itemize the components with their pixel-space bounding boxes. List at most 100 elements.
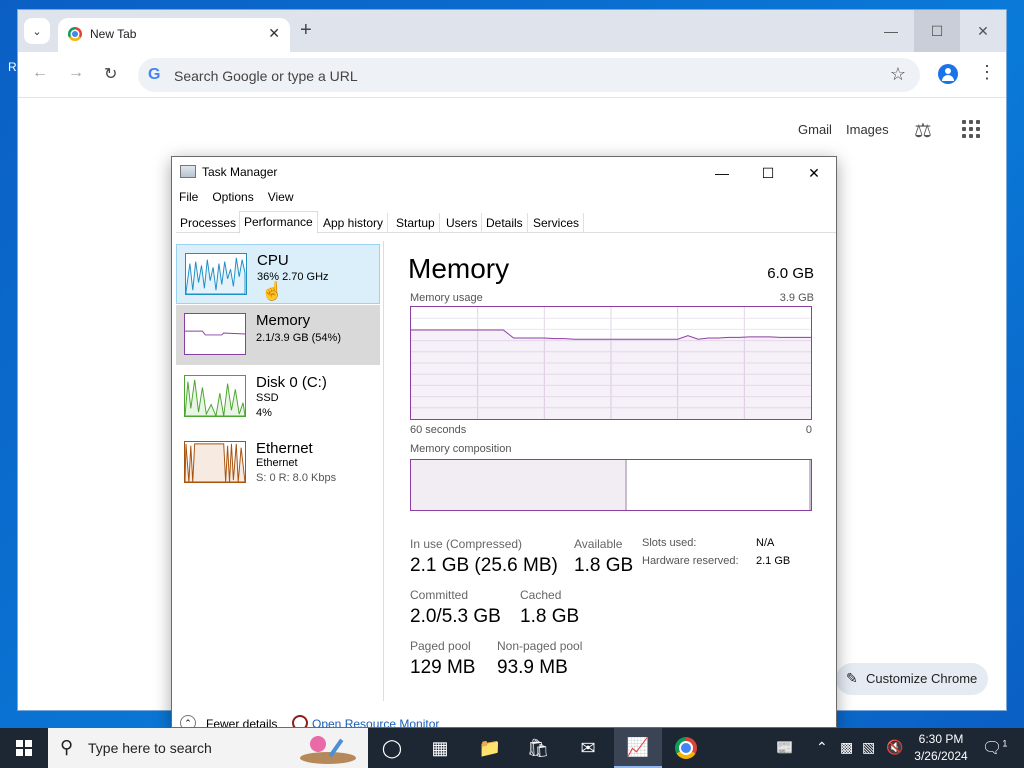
cached-value: 1.8 GB bbox=[520, 606, 580, 627]
tab-new-tab[interactable]: New Tab ✕ bbox=[58, 18, 290, 52]
memory-total: 6.0 GB bbox=[767, 265, 814, 282]
menu-view[interactable]: View bbox=[261, 187, 301, 207]
minimize-icon[interactable]: — bbox=[868, 10, 914, 52]
back-icon[interactable]: ← bbox=[32, 64, 48, 82]
labs-icon[interactable]: ⚖ bbox=[914, 118, 932, 143]
menu-options[interactable]: Options bbox=[205, 187, 260, 207]
desktop-fragment: R bbox=[8, 60, 17, 74]
chrome-logo-icon bbox=[675, 737, 697, 759]
hardware-reserved-label: Hardware reserved: bbox=[642, 555, 739, 567]
fewer-details-button[interactable]: Fewer details bbox=[206, 717, 277, 727]
sidebar-memory-name: Memory bbox=[256, 312, 311, 329]
maximize-icon[interactable]: ☐ bbox=[914, 10, 960, 52]
chrome-favicon-icon bbox=[68, 27, 82, 41]
store-icon[interactable]: 🛍 bbox=[514, 728, 562, 768]
memory-composition-label: Memory composition bbox=[410, 443, 512, 455]
more-icon[interactable]: ⋮ bbox=[978, 62, 996, 83]
task-manager-window: Task Manager — ☐ ✕ File Options View Pro… bbox=[171, 156, 837, 728]
slots-value: N/A bbox=[756, 537, 775, 549]
memory-usage-max: 3.9 GB bbox=[779, 292, 814, 304]
composition-modified bbox=[809, 460, 811, 510]
volume-muted-icon[interactable]: 🔇 bbox=[886, 739, 903, 756]
gmail-link[interactable]: Gmail bbox=[798, 122, 832, 137]
tab-performance[interactable]: Performance bbox=[239, 211, 318, 234]
cpu-sparkline bbox=[185, 253, 247, 295]
notification-icon[interactable]: 🗨1 bbox=[982, 738, 1007, 758]
memory-panel: Memory 6.0 GB Memory usage 3.9 GB 60 sec… bbox=[408, 241, 818, 701]
sidebar-item-cpu[interactable]: CPU 36% 2.70 GHz ☝ bbox=[176, 244, 380, 304]
taskbar: ⚲ Type here to search ◯ ▦ 📁 🛍 ✉ 📈 📰 ⌃ ▩ … bbox=[0, 728, 1024, 768]
cortana-icon[interactable]: ◯ bbox=[368, 728, 416, 768]
tab-startup[interactable]: Startup bbox=[392, 213, 440, 233]
tab-list-icon[interactable]: ⌄ bbox=[24, 18, 50, 44]
chrome-taskbar-icon[interactable] bbox=[662, 728, 710, 768]
disk-sparkline bbox=[184, 375, 246, 417]
search-icon: ⚲ bbox=[60, 737, 74, 757]
tab-strip: ⌄ New Tab ✕ + — ☐ ✕ bbox=[18, 10, 1006, 52]
news-icon[interactable]: 📰 bbox=[776, 739, 793, 756]
maximize-icon[interactable]: ☐ bbox=[748, 161, 788, 185]
task-manager-taskbar-icon[interactable]: 📈 bbox=[614, 728, 662, 768]
customize-chrome-button[interactable]: ✎ Customize Chrome bbox=[836, 663, 988, 695]
clock-date: 3/26/2024 bbox=[914, 749, 968, 763]
clock[interactable]: 6:30 PM 3/26/2024 bbox=[906, 731, 976, 765]
file-explorer-icon[interactable]: 📁 bbox=[466, 728, 514, 768]
taskbar-search[interactable]: ⚲ Type here to search bbox=[48, 728, 368, 768]
available-value: 1.8 GB bbox=[574, 555, 634, 576]
start-button[interactable] bbox=[0, 728, 48, 768]
profile-icon[interactable] bbox=[938, 64, 958, 84]
reload-icon[interactable]: ↻ bbox=[104, 64, 117, 84]
tab-app-history[interactable]: App history bbox=[319, 213, 389, 233]
search-highlight-icon bbox=[300, 736, 356, 764]
chevron-up-tray-icon[interactable]: ⌃ bbox=[816, 739, 828, 756]
star-icon[interactable]: ☆ bbox=[890, 64, 906, 85]
menu-file[interactable]: File bbox=[172, 187, 205, 207]
sidebar-disk-type: SSD bbox=[256, 392, 279, 404]
tab-title: New Tab bbox=[90, 27, 137, 41]
paged-pool-label: Paged pool bbox=[410, 639, 471, 653]
close-icon[interactable]: ✕ bbox=[268, 25, 280, 42]
committed-label: Committed bbox=[410, 588, 469, 602]
ethernet-sparkline bbox=[184, 441, 246, 483]
search-placeholder: Type here to search bbox=[88, 740, 212, 756]
committed-value: 2.0/5.3 GB bbox=[410, 606, 501, 627]
address-bar-placeholder: Search Google or type a URL bbox=[174, 68, 358, 84]
sidebar-item-memory[interactable]: Memory 2.1/3.9 GB (54%) bbox=[176, 305, 380, 365]
address-bar[interactable]: G Search Google or type a URL ☆ bbox=[138, 58, 920, 92]
close-window-icon[interactable]: ✕ bbox=[960, 10, 1006, 52]
browser-toolbar: ← → ↻ G Search Google or type a URL ☆ bbox=[18, 52, 1006, 98]
mail-icon[interactable]: ✉ bbox=[564, 728, 612, 768]
plus-icon[interactable]: + bbox=[300, 20, 312, 40]
sidebar-item-disk[interactable]: Disk 0 (C:) SSD 4% bbox=[176, 367, 380, 427]
tab-details[interactable]: Details bbox=[482, 213, 528, 233]
in-use-value: 2.1 GB (25.6 MB) bbox=[410, 555, 558, 576]
cached-label: Cached bbox=[520, 588, 562, 602]
tab-users[interactable]: Users bbox=[442, 213, 483, 233]
sidebar-item-ethernet[interactable]: Ethernet Ethernet S: 0 R: 8.0 Kbps bbox=[176, 433, 380, 493]
sidebar-cpu-name: CPU bbox=[257, 252, 289, 269]
minimize-icon[interactable]: — bbox=[702, 161, 742, 185]
notification-count: 1 bbox=[1002, 738, 1008, 749]
menu-bar: File Options View bbox=[172, 187, 301, 207]
task-view-icon[interactable]: ▦ bbox=[416, 728, 464, 768]
tab-bar: Processes Performance App history Startu… bbox=[176, 211, 836, 234]
title-bar[interactable]: Task Manager — ☐ ✕ bbox=[172, 157, 836, 187]
apps-icon[interactable] bbox=[962, 120, 980, 138]
non-paged-pool-value: 93.9 MB bbox=[497, 657, 568, 678]
memory-usage-area bbox=[411, 330, 811, 419]
close-icon[interactable]: ✕ bbox=[794, 161, 834, 185]
open-resource-monitor-link[interactable]: Open Resource Monitor bbox=[312, 717, 439, 727]
slots-label: Slots used: bbox=[642, 537, 697, 549]
meet-icon[interactable]: ▩ bbox=[840, 739, 853, 756]
images-link[interactable]: Images bbox=[846, 122, 889, 137]
tab-processes[interactable]: Processes bbox=[176, 213, 242, 233]
tab-services[interactable]: Services bbox=[529, 213, 585, 233]
sidebar-ethernet-throughput: S: 0 R: 8.0 Kbps bbox=[256, 472, 337, 484]
resource-monitor-icon bbox=[292, 715, 308, 727]
network-icon[interactable]: ▧ bbox=[862, 739, 875, 756]
windows-icon bbox=[16, 740, 32, 756]
memory-usage-graph bbox=[410, 306, 812, 420]
sidebar-memory-detail: 2.1/3.9 GB (54%) bbox=[256, 332, 341, 344]
forward-icon[interactable]: → bbox=[68, 64, 84, 82]
chevron-up-icon[interactable]: ⌃ bbox=[180, 715, 196, 727]
